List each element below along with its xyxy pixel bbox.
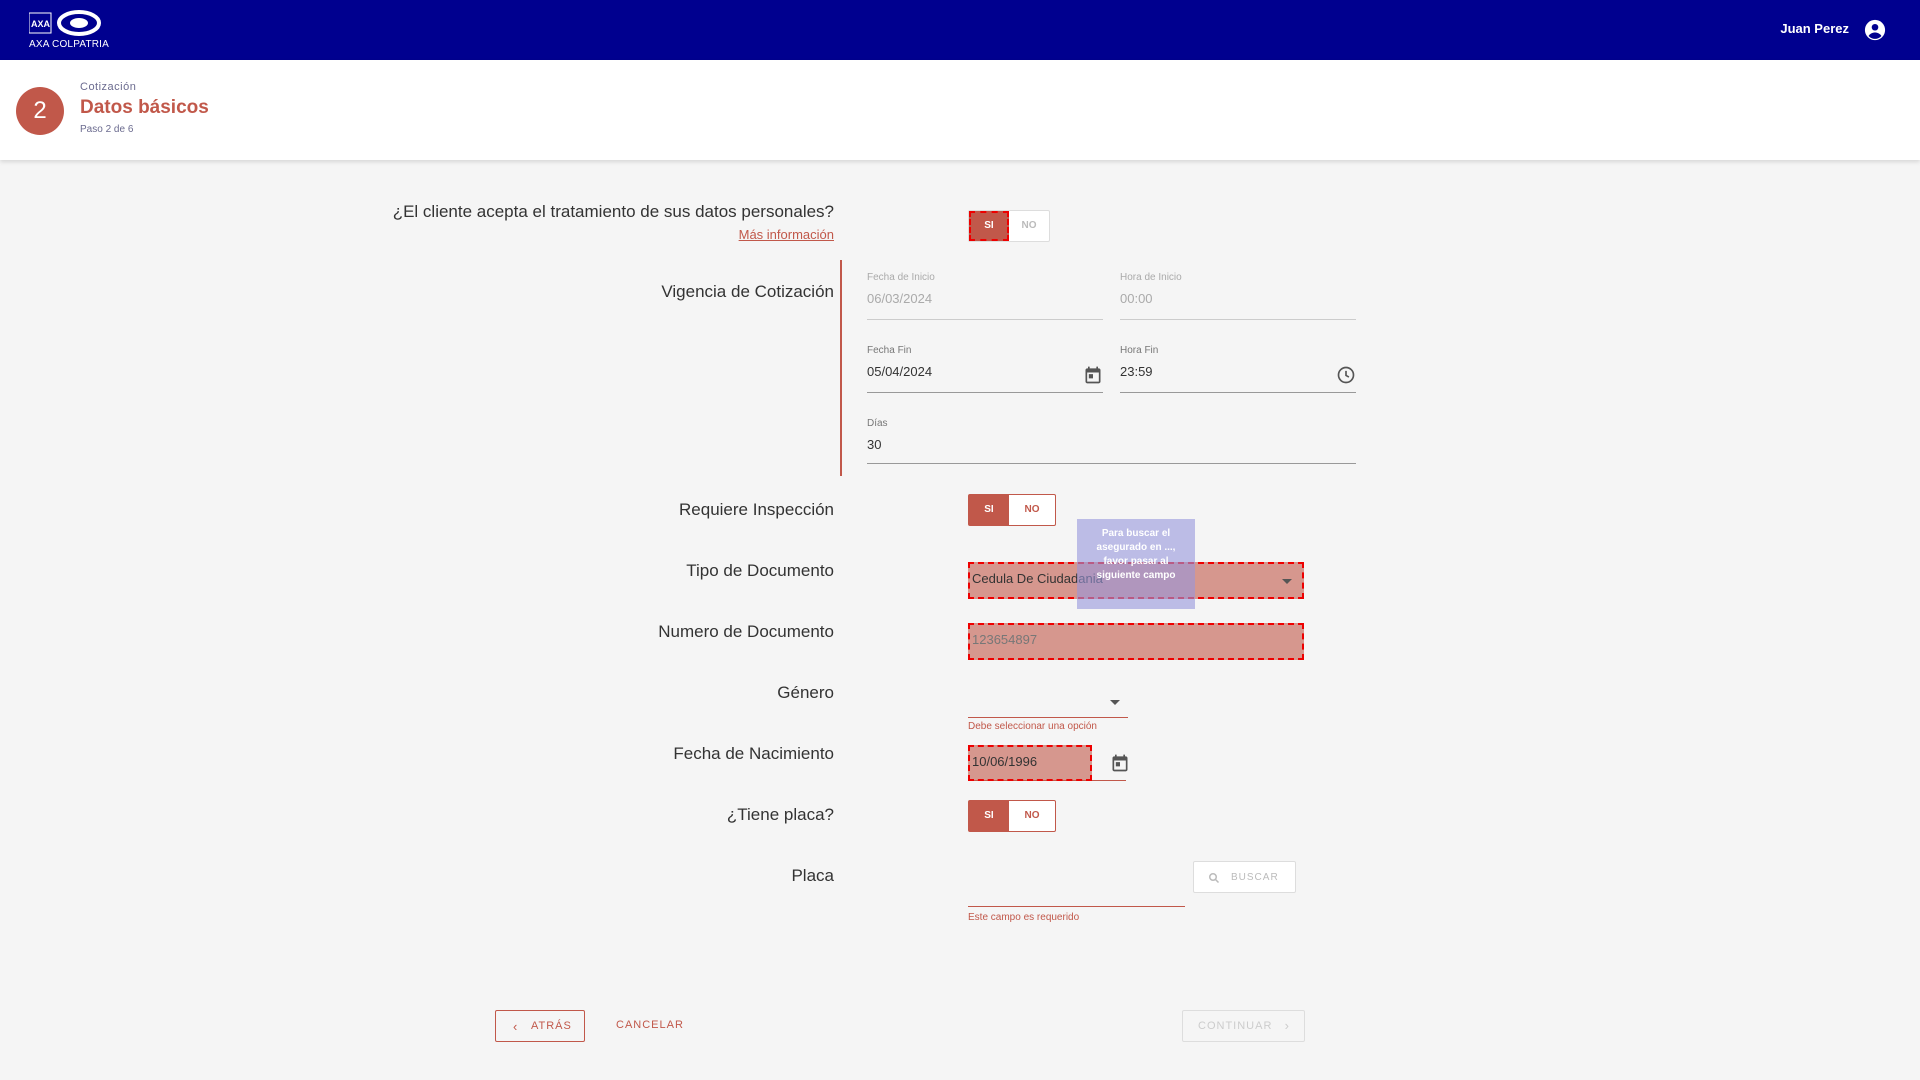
back-button[interactable]: ‹ ATRÁS [495,1010,585,1042]
inspeccion-no-button[interactable]: NO [1009,495,1055,525]
consent-yes-button[interactable]: SI [969,211,1009,241]
fecha-fin-label: Fecha Fin [867,345,912,356]
vigencia-divider [840,260,842,476]
account-circle-icon[interactable] [1864,19,1886,41]
top-bar: AXA AXA COLPATRIA Juan Perez [0,0,1920,60]
page-title: Datos básicos [80,97,209,118]
placa-label: Placa [791,866,834,885]
placa-input[interactable] [968,870,1185,907]
dias-field[interactable]: Días 30 [867,418,1356,464]
cancel-button[interactable]: CANCELAR [616,1019,684,1031]
genero-select[interactable] [968,690,1128,718]
svg-text:AXA: AXA [31,19,51,29]
numero-documento-input[interactable]: 123654897 [968,623,1304,660]
numero-documento-label: Numero de Documento [658,622,834,641]
buscar-label: BUSCAR [1231,872,1279,883]
fecha-inicio-field: Fecha de Inicio 06/03/2024 [867,272,1103,320]
tiene-placa-label: ¿Tiene placa? [726,805,834,824]
calendar-icon[interactable] [1083,365,1103,385]
inspeccion-label: Requiere Inspección [679,500,834,519]
dropdown-arrow-icon [1282,579,1292,584]
inspeccion-toggle[interactable]: SI NO [968,494,1056,526]
calendar-icon[interactable] [1110,753,1130,773]
search-hint-tooltip: Para buscar el asegurado en ..., favor p… [1077,519,1195,609]
axa-logo-icon: AXA [29,10,101,36]
nacimiento-label: Fecha de Nacimiento [673,744,834,763]
nacimiento-value: 10/06/1996 [972,754,1038,769]
hora-inicio-value: 00:00 [1120,291,1153,306]
step-progress-text: Paso 2 de 6 [80,124,134,135]
vigencia-label: Vigencia de Cotización [661,282,834,301]
placa-error: Este campo es requerido [968,912,1080,923]
continue-label: CONTINUAR [1198,1020,1273,1032]
tiene-placa-no-button[interactable]: NO [1009,801,1055,831]
hora-fin-field[interactable]: Hora Fin 23:59 [1120,345,1356,393]
chevron-left-icon: ‹ [513,1019,519,1034]
hora-fin-label: Hora Fin [1120,345,1159,356]
consent-toggle[interactable]: SI NO [968,210,1050,242]
breadcrumb: Cotización [80,81,137,93]
dias-value[interactable]: 30 [867,437,1356,455]
chevron-right-icon: › [1284,1018,1290,1033]
clock-icon[interactable] [1336,365,1356,385]
dropdown-arrow-icon [1110,700,1120,705]
consent-question: ¿El cliente acepta el tratamiento de sus… [392,202,834,221]
continue-button[interactable]: CONTINUAR › [1182,1010,1305,1042]
tiene-placa-yes-button[interactable]: SI [969,801,1009,831]
fecha-fin-value[interactable]: 05/04/2024 [867,364,1103,382]
user-name[interactable]: Juan Perez [1780,21,1849,36]
nacimiento-input[interactable]: 10/06/1996 [968,745,1092,781]
genero-label: Género [777,683,834,702]
dias-label: Días [867,418,888,429]
numero-documento-value: 123654897 [972,632,1038,647]
hora-fin-value[interactable]: 23:59 [1120,364,1356,382]
brand-name: AXA COLPATRIA [29,39,110,50]
more-info-link[interactable]: Más información [739,227,834,242]
hora-inicio-field: Hora de Inicio 00:00 [1120,272,1356,320]
back-label: ATRÁS [531,1020,572,1032]
step-header: 2 Cotización Datos básicos Paso 2 de 6 [0,60,1920,160]
hora-inicio-label: Hora de Inicio [1120,272,1182,283]
inspeccion-yes-button[interactable]: SI [969,495,1009,525]
fecha-inicio-label: Fecha de Inicio [867,272,935,283]
consent-no-button[interactable]: NO [1009,211,1049,241]
tipo-documento-label: Tipo de Documento [686,561,834,580]
buscar-button[interactable]: BUSCAR [1193,861,1296,893]
fecha-inicio-value: 06/03/2024 [867,291,933,306]
genero-error: Debe seleccionar una opción [968,721,1097,732]
axa-colpatria-logo[interactable]: AXA AXA COLPATRIA [29,10,109,50]
tiene-placa-toggle[interactable]: SI NO [968,800,1056,832]
search-icon [1209,873,1220,884]
step-number: 2 [16,87,64,135]
fecha-fin-field[interactable]: Fecha Fin 05/04/2024 [867,345,1103,393]
